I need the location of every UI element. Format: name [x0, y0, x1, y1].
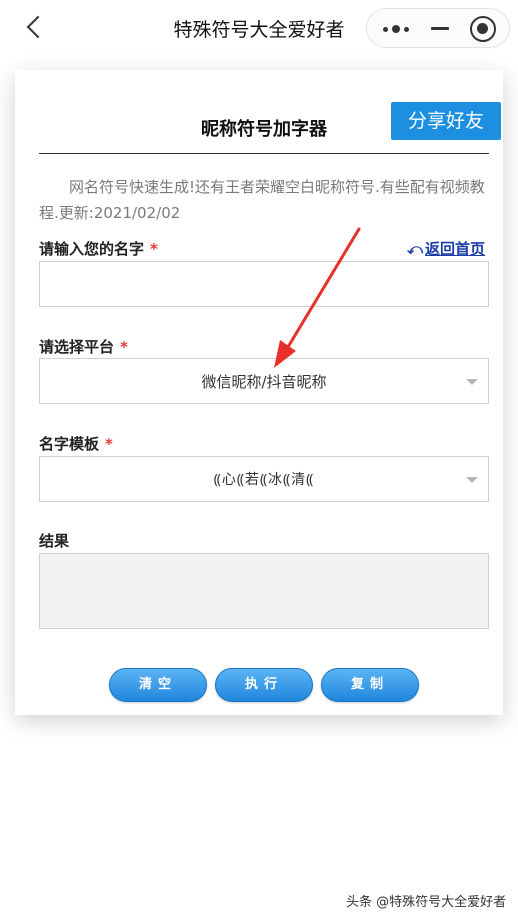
- name-label: 请输入您的名字 *: [39, 238, 158, 259]
- return-home-link[interactable]: ⤺ 返回首页: [407, 238, 485, 259]
- return-home-text: 返回首页: [425, 240, 486, 258]
- result-label: 结果: [39, 532, 70, 550]
- title-divider: [39, 153, 489, 154]
- watermark-text: 头条 @特殊符号大全爱好者: [346, 895, 507, 910]
- name-label-text: 请输入您的名字: [39, 240, 145, 258]
- minimize-icon[interactable]: [422, 9, 462, 49]
- template-label-text: 名字模板: [39, 435, 100, 453]
- run-button[interactable]: 执行: [215, 668, 313, 702]
- result-textarea[interactable]: [39, 553, 489, 629]
- return-arrow-icon: ⤺: [407, 240, 424, 258]
- clear-button[interactable]: 清空: [109, 668, 207, 702]
- template-label: 名字模板 *: [39, 433, 113, 454]
- template-selected-value: ⸨心⸨若⸨冰⸨清⸨: [213, 472, 315, 488]
- template-select[interactable]: ⸨心⸨若⸨冰⸨清⸨: [39, 456, 489, 502]
- share-friends-button[interactable]: 分享好友: [391, 102, 501, 140]
- name-input[interactable]: [39, 261, 489, 307]
- required-mark: *: [105, 435, 113, 453]
- mini-program-capsule: [366, 8, 510, 48]
- form-card: 昵称符号加字器 分享好友 网名符号快速生成!还有王者荣耀空白昵称符号.有些配有视…: [15, 70, 503, 715]
- navigation-bar: 特殊符号大全爱好者: [0, 0, 518, 56]
- dropdown-caret-icon: [466, 379, 478, 385]
- platform-selected-value: 微信昵称/抖音昵称: [201, 372, 327, 391]
- required-mark: *: [120, 338, 128, 356]
- dropdown-caret-icon: [466, 477, 478, 483]
- target-close-icon[interactable]: [470, 16, 496, 42]
- copy-button[interactable]: 复制: [321, 668, 419, 702]
- required-mark: *: [150, 240, 158, 258]
- platform-label: 请选择平台 *: [39, 336, 128, 357]
- platform-select[interactable]: 微信昵称/抖音昵称: [39, 358, 489, 404]
- intro-text: 网名符号快速生成!还有王者荣耀空白昵称符号.有些配有视频教程.更新:2021/0…: [39, 178, 485, 222]
- platform-label-text: 请选择平台: [39, 338, 115, 356]
